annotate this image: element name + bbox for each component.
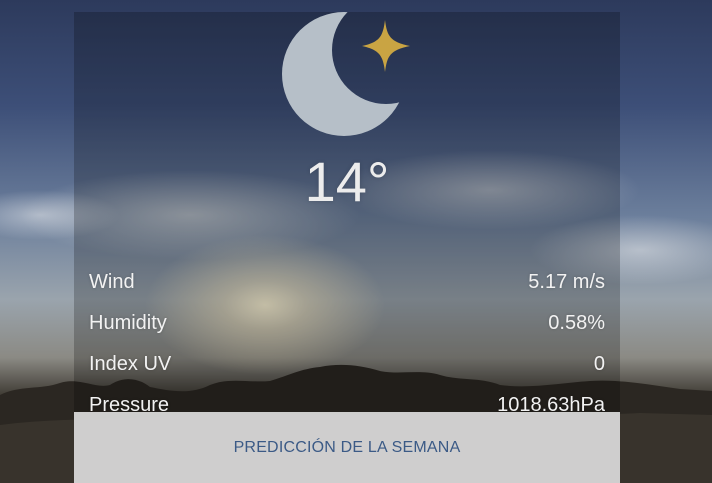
uv-index-label: Index UV	[89, 353, 172, 375]
wind-value: 5.17 m/s	[528, 271, 605, 293]
uv-index-value: 0	[593, 353, 605, 375]
weekly-forecast-button[interactable]: PREDICCIÓN DE LA SEMANA	[74, 412, 620, 483]
weather-details: Wind 5.17 m/s Humidity 0.58% Index UV 0 …	[89, 262, 605, 426]
weather-screen: 14° Wind 5.17 m/s Humidity 0.58% Index U…	[0, 0, 712, 483]
detail-row-uv-index: Index UV 0	[89, 344, 605, 385]
temperature-value: 14°	[304, 150, 390, 213]
detail-row-wind: Wind 5.17 m/s	[89, 262, 605, 303]
weekly-forecast-label: PREDICCIÓN DE LA SEMANA	[233, 438, 461, 456]
humidity-value: 0.58%	[548, 312, 605, 334]
weather-card: 14° Wind 5.17 m/s Humidity 0.58% Index U…	[74, 12, 620, 483]
wind-label: Wind	[89, 271, 135, 293]
detail-row-humidity: Humidity 0.58%	[89, 303, 605, 344]
moon-star-icon	[282, 12, 410, 136]
humidity-label: Humidity	[89, 312, 167, 334]
